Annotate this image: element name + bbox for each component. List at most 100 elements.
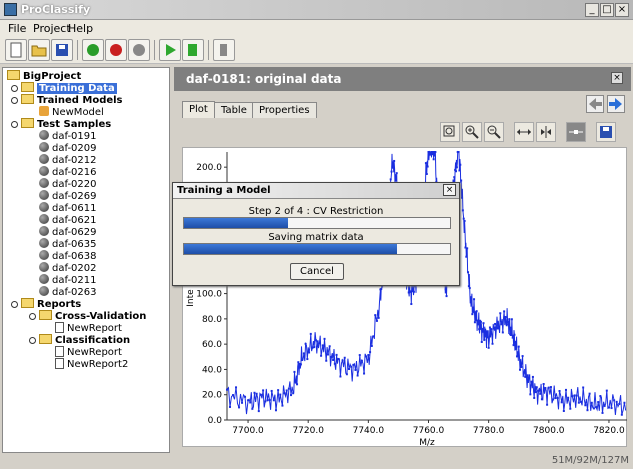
- spectrum-point: [316, 340, 319, 343]
- spectrum-point: [360, 359, 363, 362]
- spectrum-point: [531, 375, 534, 378]
- save-plot-icon[interactable]: [596, 122, 616, 142]
- spectrum-point: [499, 312, 502, 315]
- spectrum-point: [467, 285, 470, 288]
- forward-arrow-icon[interactable]: [607, 95, 625, 113]
- spectrum-point: [530, 380, 533, 383]
- spectrum-point: [492, 326, 495, 329]
- spectrum-point: [266, 399, 269, 402]
- expand-icon[interactable]: [29, 313, 36, 320]
- tab-table[interactable]: Table: [214, 102, 254, 118]
- spectrum-point: [483, 338, 486, 341]
- spectrum-point: [455, 170, 458, 173]
- tab-plot[interactable]: Plot: [182, 101, 215, 118]
- spectrum-point: [348, 368, 351, 371]
- zoom-in-icon[interactable]: [462, 122, 482, 142]
- spectrum-point: [241, 401, 244, 404]
- expand-icon[interactable]: [11, 85, 18, 92]
- y-tick-label: 40.0: [202, 365, 222, 375]
- spectrum-point: [607, 406, 610, 409]
- dialog-title-bar: Training a Model ×: [173, 183, 459, 199]
- spectrum-point: [333, 362, 336, 365]
- spectrum-point: [554, 397, 557, 400]
- spectrum-point: [358, 354, 361, 357]
- spectrum-point: [482, 322, 485, 325]
- toolbar: [0, 36, 633, 64]
- title-bar: ProClassify _ □ ×: [0, 0, 633, 20]
- step-progress-bar: [183, 217, 451, 229]
- expand-icon[interactable]: [11, 301, 18, 308]
- classify-button[interactable]: [182, 39, 204, 61]
- spectrum-point: [571, 395, 574, 398]
- sample-icon: [39, 262, 49, 272]
- zoom-out-icon[interactable]: [484, 122, 504, 142]
- spectrum-point: [302, 352, 305, 355]
- spectrum-point: [605, 389, 608, 392]
- back-arrow-icon[interactable]: [586, 95, 604, 113]
- minimize-button[interactable]: _: [585, 3, 599, 17]
- spectrum-point: [257, 410, 260, 413]
- expand-icon[interactable]: [11, 121, 18, 128]
- spectrum-point: [597, 401, 600, 404]
- spectrum-point: [567, 396, 570, 399]
- spectrum-point: [232, 394, 235, 397]
- spectrum-point: [490, 328, 493, 331]
- spectrum-point: [473, 298, 476, 301]
- spectrum-point: [464, 246, 467, 249]
- spectrum-point: [341, 359, 344, 362]
- spectrum-point: [412, 290, 415, 293]
- spectrum-point: [474, 319, 477, 322]
- spectrum-point: [469, 296, 472, 299]
- spectrum-point: [471, 313, 474, 316]
- cancel-button[interactable]: Cancel: [290, 263, 344, 280]
- training-dialog: Training a Model × Step 2 of 4 : CV Rest…: [172, 182, 460, 286]
- spectrum-point: [253, 391, 256, 394]
- spectrum-point: [520, 365, 523, 368]
- tab-properties[interactable]: Properties: [252, 102, 317, 118]
- points-toggle-icon[interactable]: [566, 122, 586, 142]
- stretch-horizontal-icon[interactable]: [514, 122, 534, 142]
- report-button[interactable]: [213, 39, 235, 61]
- expand-icon[interactable]: [11, 97, 18, 104]
- zoom-box-icon[interactable]: [440, 122, 460, 142]
- tree-report-item[interactable]: NewReport2: [55, 358, 128, 371]
- spectrum-point: [522, 371, 525, 374]
- y-tick-label: 200.0: [196, 163, 222, 173]
- sample-icon: [39, 238, 49, 248]
- spectrum-point: [255, 392, 258, 395]
- spectrum-point: [395, 172, 398, 175]
- spectrum-point: [389, 178, 392, 181]
- spectrum-point: [577, 401, 580, 404]
- spectrum-point: [547, 386, 550, 389]
- spectrum-point: [306, 358, 309, 361]
- maximize-button[interactable]: □: [600, 3, 614, 17]
- open-folder-button[interactable]: [28, 39, 50, 61]
- report-icon: [55, 322, 64, 333]
- report-icon: [55, 346, 64, 357]
- spectrum-point: [308, 351, 311, 354]
- spectrum-point: [309, 332, 312, 335]
- sub-step-label: Saving matrix data: [268, 232, 364, 243]
- spectrum-point: [500, 323, 503, 326]
- spectrum-point: [244, 395, 247, 398]
- train-model-button[interactable]: [159, 39, 181, 61]
- close-panel-button[interactable]: ×: [611, 72, 623, 84]
- spectrum-point: [526, 374, 529, 377]
- expand-icon[interactable]: [29, 337, 36, 344]
- remove-sample-button[interactable]: [105, 39, 127, 61]
- settings-sample-button[interactable]: [128, 39, 150, 61]
- compress-horizontal-icon[interactable]: [536, 122, 556, 142]
- spectrum-point: [564, 388, 567, 391]
- spectrum-point: [603, 404, 606, 407]
- add-sample-button[interactable]: [82, 39, 104, 61]
- menu-file[interactable]: File: [8, 22, 26, 35]
- menu-project[interactable]: Project: [33, 22, 71, 35]
- menu-help[interactable]: Help: [68, 22, 93, 35]
- close-button[interactable]: ×: [615, 3, 629, 17]
- spectrum-point: [343, 356, 346, 359]
- sample-icon: [39, 214, 49, 224]
- new-file-button[interactable]: [5, 39, 27, 61]
- dialog-close-button[interactable]: ×: [443, 184, 456, 196]
- folder-icon: [21, 118, 34, 128]
- save-button[interactable]: [51, 39, 73, 61]
